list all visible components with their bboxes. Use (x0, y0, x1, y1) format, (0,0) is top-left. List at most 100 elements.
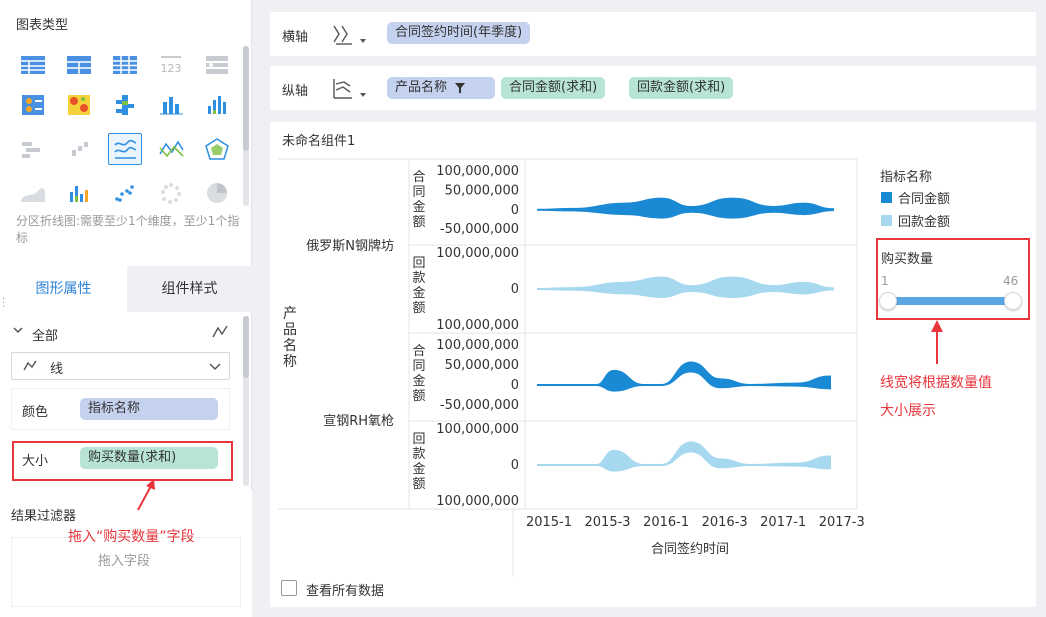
view-all-label: 查看所有数据 (306, 584, 385, 599)
column-bar-icon[interactable] (202, 92, 232, 118)
y-field-product-label: 产品名称 (395, 80, 448, 95)
y-tick-label: 100,000,000 (436, 338, 519, 353)
dot-table-icon[interactable] (18, 92, 48, 118)
metric-axis-title: 同 (412, 359, 425, 374)
radar-chart-icon[interactable] (202, 136, 232, 162)
chart-component: 未命名组件1 产品名称 2015-1 2015-3 2016-1 2016-3 2017-… (270, 122, 1036, 607)
number-card-icon[interactable]: 123 (156, 52, 186, 78)
metric-axis-title: 金 (412, 373, 425, 389)
filter-drop-hint: 拖入字段 (98, 554, 151, 569)
x-axis-type-icon (333, 25, 366, 45)
size-legend-title: 购买数量 (881, 252, 934, 267)
legend-title: 指标名称 (880, 170, 933, 185)
collapse-all-toggle[interactable] (12, 324, 24, 340)
metric-axis-title: 额 (412, 389, 425, 404)
y-field-product[interactable]: 产品名称 (387, 77, 495, 99)
pie-chart-icon[interactable] (202, 180, 232, 206)
range-bar-icon[interactable] (18, 136, 48, 162)
y-tick-label: -50,000,000 (440, 398, 519, 413)
tab-graphic-properties[interactable]: 图形属性 (0, 266, 127, 312)
line-type-icon[interactable] (211, 324, 229, 344)
y-tick-label: 0 (511, 458, 519, 473)
filter-drop-zone[interactable] (11, 537, 241, 607)
color-field-pill[interactable]: 指标名称 (80, 398, 218, 420)
y-field-contract-amount[interactable]: 合同金额(求和) (501, 77, 606, 99)
y-tick-label: 50,000,000 (445, 183, 519, 198)
left-panel: 图表类型 123 分区折线图:需要至少1个维度，至少1个指标 图形属性 组件样式… (0, 0, 252, 617)
size-field-pill[interactable]: 购买数量(求和) (80, 447, 218, 469)
line-type-select[interactable]: 线 (11, 352, 230, 380)
legend-swatch-contract (881, 192, 892, 203)
chevron-down-icon (209, 363, 221, 371)
metric-axis-title: 金 (412, 461, 425, 477)
waterfall-icon[interactable] (64, 136, 94, 162)
legend-swatch-payment (881, 215, 892, 226)
y-dimension-title: 品 (283, 322, 297, 338)
line-select-value: 线 (50, 362, 64, 377)
properties-scrollbar[interactable] (243, 316, 249, 486)
metric-axis-title: 款 (412, 447, 425, 462)
filter-icon[interactable] (455, 83, 465, 93)
scroll-thumb[interactable] (243, 316, 249, 378)
y-field-payment-amount[interactable]: 回款金额(求和) (629, 77, 734, 99)
x-tick-label: 2016-3 (702, 515, 748, 530)
y-tick-label: 100,000,000 (436, 422, 519, 437)
grouped-bar-icon[interactable] (156, 92, 186, 118)
filter-title: 结果过滤器 (11, 509, 77, 524)
scatter-chart-icon[interactable] (110, 180, 140, 206)
line-icon (23, 360, 37, 371)
line-chart-icon[interactable] (156, 136, 186, 162)
metric-axis-title: 额 (412, 301, 425, 316)
x-axis-type-dropdown[interactable] (330, 22, 374, 52)
y-tick-label: 100,000,000 (436, 246, 519, 261)
series-area-contract (537, 361, 832, 392)
x-axis-bar: 横轴 合同签约时间(年季度) (270, 12, 1036, 56)
x-tick-label: 2016-1 (643, 515, 689, 530)
drag-annotation: 拖入“购买数量”字段 (68, 529, 195, 545)
svg-text:123: 123 (161, 62, 182, 75)
drag-handle-icon[interactable]: · · · (2, 295, 5, 313)
grouped-table-icon[interactable] (64, 52, 94, 78)
product-label: 俄罗斯N钢牌坊 (306, 238, 394, 254)
tab-component-style[interactable]: 组件样式 (127, 266, 252, 312)
y-tick-label: -50,000,000 (440, 222, 519, 237)
combo-bar-icon[interactable] (64, 180, 94, 206)
linewidth-annotation-line2: 大小展示 (880, 403, 936, 419)
chart-type-scrollbar[interactable] (243, 46, 249, 206)
partition-line-icon[interactable] (108, 133, 142, 165)
y-axis-bar: 纵轴 产品名称 合同金额(求和) 回款金额(求和) (270, 66, 1036, 110)
y-tick-label: 100,000,000 (436, 318, 519, 333)
bubble-chart-icon[interactable] (156, 180, 186, 206)
linewidth-annotation-line1: 线宽将根据数量值 (880, 375, 992, 391)
y-tick-label: 100,000,000 (436, 494, 519, 509)
kpi-card-icon[interactable] (202, 52, 232, 78)
table-icon[interactable] (18, 52, 48, 78)
cross-table-icon[interactable] (110, 52, 140, 78)
scroll-thumb[interactable] (243, 46, 249, 151)
size-legend-min-handle[interactable] (879, 292, 897, 310)
view-all-checkbox[interactable] (281, 580, 297, 596)
chart-type-hint: 分区折线图:需要至少1个维度，至少1个指标 (16, 214, 240, 245)
size-legend-min: 1 (881, 274, 889, 288)
area-chart-icon[interactable] (18, 180, 48, 206)
stacked-bar-icon[interactable] (110, 92, 140, 118)
x-axis-label: 横轴 (282, 30, 309, 45)
series-area-contract (536, 197, 834, 219)
x-tick-label: 2015-3 (585, 515, 631, 530)
size-legend-max: 46 (1003, 274, 1019, 288)
legend-item-payment[interactable]: 回款金额 (898, 211, 950, 230)
chevron-down-icon (13, 327, 23, 334)
property-tabs: 图形属性 组件样式 (0, 266, 252, 312)
y-axis-type-dropdown[interactable] (330, 76, 374, 106)
legend-item-contract[interactable]: 合同金额 (898, 188, 950, 207)
heatmap-icon[interactable] (64, 92, 94, 118)
x-field-pill[interactable]: 合同签约时间(年季度) (387, 22, 531, 44)
series-area-payment (536, 276, 834, 299)
annotation-arrow-icon (931, 320, 943, 364)
y-tick-label: 0 (511, 282, 519, 297)
size-legend-max-handle[interactable] (1004, 292, 1022, 310)
metric-axis-title: 回 (412, 256, 425, 271)
x-tick-label: 2015-1 (526, 515, 572, 530)
metric-axis-title: 合 (412, 344, 425, 359)
product-label: 宣钢RH氧枪 (323, 413, 394, 429)
